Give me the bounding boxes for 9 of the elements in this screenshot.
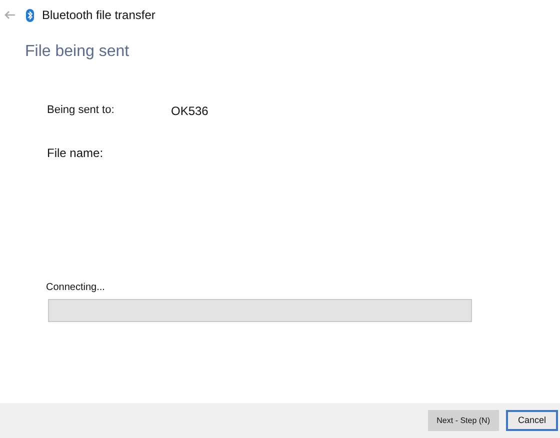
status-label: Connecting... xyxy=(46,281,106,295)
field-label: Being sent to: xyxy=(47,103,116,118)
bluetooth-icon xyxy=(26,8,34,22)
back-arrow-icon[interactable] xyxy=(4,10,16,20)
cancel-button[interactable]: Cancel xyxy=(506,410,558,431)
field-label: File name: xyxy=(47,145,104,162)
window-title: Bluetooth file transfer xyxy=(42,7,156,24)
page-heading: File being sent xyxy=(25,42,130,62)
field-value: OK536 xyxy=(171,103,208,120)
